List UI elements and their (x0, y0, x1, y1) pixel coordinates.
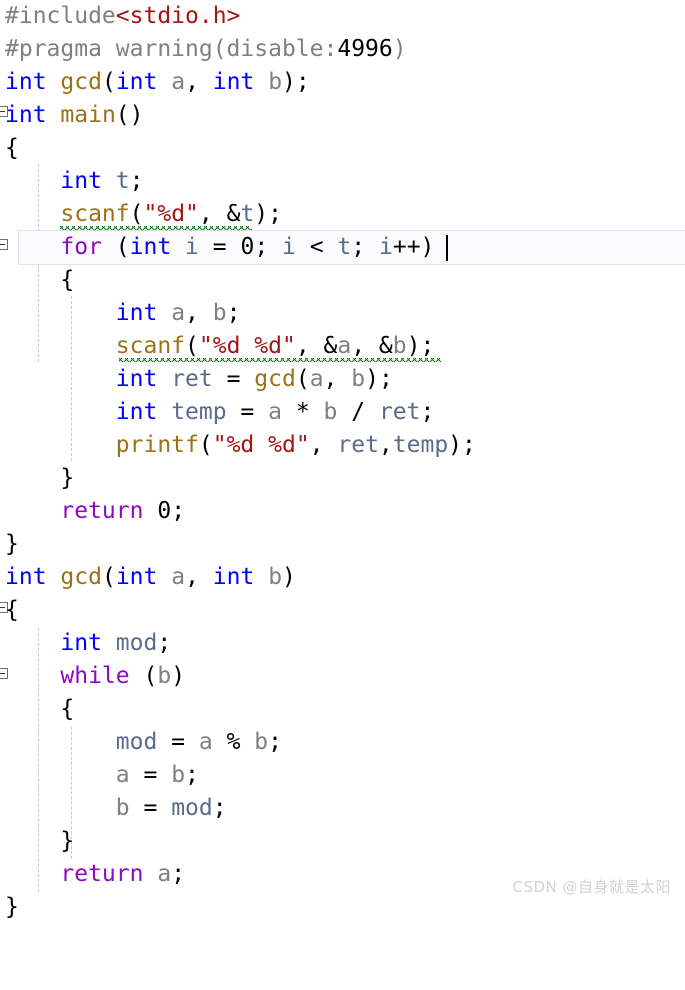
code-line-12-content: int ret = gcd(a, b); (115, 366, 393, 392)
code-line-1-content: #include<stdio.h> (5, 3, 241, 29)
code-line-11[interactable]: scanf("%d %d", &a, &b); (0, 330, 685, 363)
code-line-7[interactable]: scanf("%d", &t); (0, 198, 685, 231)
code-line-5-content: { (5, 135, 19, 161)
code-line-22[interactable]: { (0, 693, 685, 726)
code-line-16[interactable]: return 0; (0, 495, 685, 528)
error-squiggle-scanf-1 (60, 224, 252, 230)
code-line-1[interactable]: #include<stdio.h> (0, 0, 685, 33)
code-line-14[interactable]: printf("%d %d", ret,temp); (0, 429, 685, 462)
csdn-watermark: CSDN @自身就是太阳 (512, 878, 671, 896)
code-line-25-content: b = mod; (115, 795, 227, 821)
code-line-13[interactable]: int temp = a * b / ret; (0, 396, 685, 429)
code-line-10-content: int a, b; (115, 300, 241, 326)
code-line-15-content: } (5, 465, 75, 491)
code-line-23[interactable]: mod = a % b; (0, 726, 685, 759)
code-line-3[interactable]: int gcd(int a, int b); (0, 66, 685, 99)
code-line-19[interactable]: { (0, 594, 685, 627)
code-line-18-content: int gcd(int a, int b) (5, 564, 296, 590)
text-caret (446, 235, 448, 261)
code-line-21-content: while (b) (60, 663, 186, 689)
code-line-2-content: #pragma warning(disable:4996) (5, 36, 407, 62)
code-line-4[interactable]: int main() (0, 99, 685, 132)
code-line-6-content: int t; (60, 168, 144, 194)
code-line-9[interactable]: { (0, 264, 685, 297)
code-line-20[interactable]: int mod; (0, 627, 685, 660)
code-line-17[interactable]: } (0, 528, 685, 561)
code-line-15[interactable]: } (0, 462, 685, 495)
code-line-2[interactable]: #pragma warning(disable:4996) (0, 33, 685, 66)
code-line-28-content: } (5, 894, 19, 920)
code-line-21[interactable]: while (b) (0, 660, 685, 693)
code-line-16-content: return 0; (60, 498, 186, 524)
code-line-23-content: mod = a % b; (115, 729, 282, 755)
code-line-27-content: return a; (60, 861, 186, 887)
code-line-10[interactable]: int a, b; (0, 297, 685, 330)
code-line-6[interactable]: int t; (0, 165, 685, 198)
code-line-26[interactable]: } (0, 825, 685, 858)
code-line-3-content: int gcd(int a, int b); (5, 69, 310, 95)
code-line-26-content: } (5, 828, 75, 854)
code-line-13-content: int temp = a * b / ret; (115, 399, 435, 425)
code-line-5[interactable]: { (0, 132, 685, 165)
code-line-14-content: printf("%d %d", ret,temp); (115, 432, 476, 458)
error-squiggle-scanf-2 (119, 356, 441, 362)
code-line-8[interactable]: for (int i = 0; i < t; i++) (0, 231, 685, 264)
code-line-4-content: int main() (5, 102, 144, 128)
code-editor[interactable]: #include<stdio.h> #pragma warning(disabl… (0, 0, 685, 920)
code-line-17-content: } (5, 531, 19, 557)
code-line-22-content: { (5, 696, 75, 722)
code-line-24[interactable]: a = b; (0, 759, 685, 792)
code-line-20-content: int mod; (60, 630, 172, 656)
code-line-9-content: { (5, 267, 75, 293)
code-line-25[interactable]: b = mod; (0, 792, 685, 825)
code-line-8-content: for (int i = 0; i < t; i++) (60, 234, 435, 260)
code-line-24-content: a = b; (115, 762, 199, 788)
code-line-19-content: { (5, 597, 19, 623)
code-line-12[interactable]: int ret = gcd(a, b); (0, 363, 685, 396)
code-line-18[interactable]: int gcd(int a, int b) (0, 561, 685, 594)
